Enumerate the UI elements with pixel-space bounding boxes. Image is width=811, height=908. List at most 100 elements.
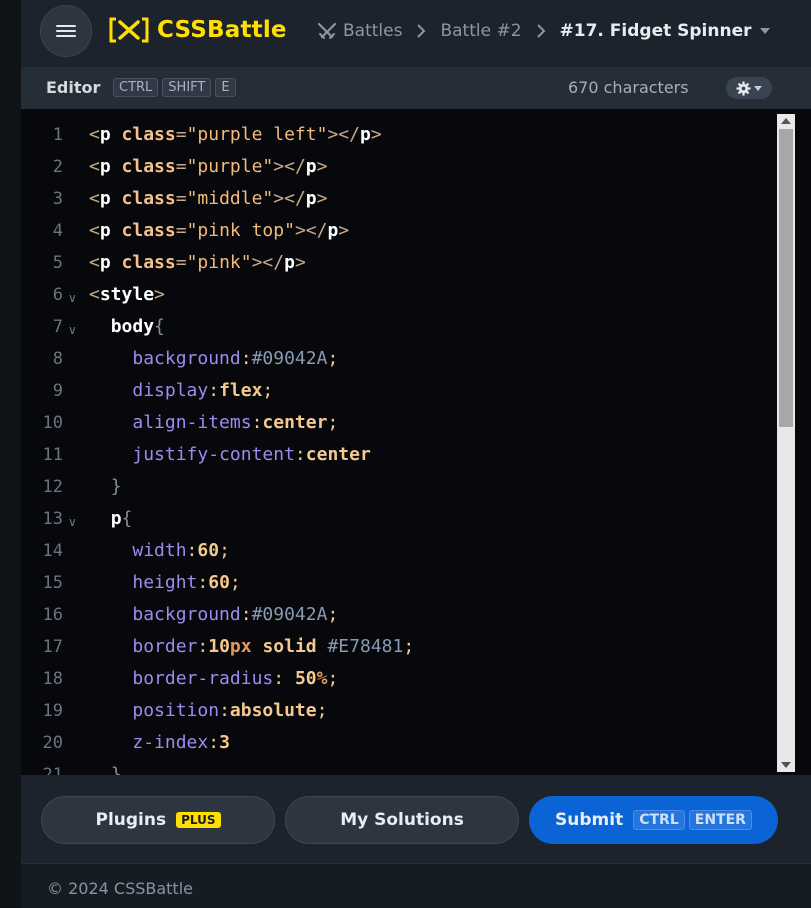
character-count: 670 characters	[568, 78, 689, 97]
line-number: 20	[42, 733, 63, 753]
code-line[interactable]: z-index:3	[89, 727, 230, 759]
breadcrumb-battle-2-label: Battle #2	[440, 21, 522, 41]
code-token: p	[305, 156, 317, 177]
shortcut-key: ENTER	[688, 810, 752, 830]
my-solutions-button[interactable]: My Solutions	[285, 796, 519, 844]
code-token: ></	[327, 124, 360, 145]
line-number: 16	[42, 605, 63, 625]
plus-badge: PLUS	[176, 812, 221, 828]
code-token: :	[197, 636, 209, 657]
code-line[interactable]: width:60;	[89, 535, 230, 567]
code-token: p	[284, 252, 295, 273]
footer: © 2024 CSSBattle	[21, 863, 811, 908]
code-token: p	[359, 124, 371, 145]
code-token: solid	[251, 636, 328, 657]
code-line[interactable]: <style>	[89, 279, 165, 311]
breadcrumb-battle-2[interactable]: Battle #2	[440, 21, 521, 41]
code-line[interactable]: justify-content:center	[89, 439, 370, 471]
code-token: ></	[251, 252, 285, 273]
editor-title: Editor	[46, 78, 101, 97]
code-line[interactable]: <p class="middle"></p>	[89, 183, 327, 215]
scroll-down-arrow-icon[interactable]	[781, 762, 791, 768]
code-token: #09042A	[251, 604, 328, 625]
code-token: display	[132, 380, 209, 401]
code-token: ;	[327, 348, 339, 369]
editor-scrollbar[interactable]	[777, 114, 795, 772]
cssbattle-app: CSSBattle Battles Battle #2 #17. Fidget …	[21, 0, 811, 908]
code-token: border	[132, 636, 198, 657]
code-line[interactable]: }	[89, 471, 122, 503]
code-token: >	[294, 252, 306, 273]
code-line[interactable]: p{	[89, 503, 133, 535]
code-token: 60	[197, 540, 220, 561]
code-token: :	[251, 412, 263, 433]
code-line[interactable]: <p class="pink top"></p>	[89, 215, 349, 247]
code-token: #E78481	[327, 636, 404, 657]
code-line[interactable]: align-items:center;	[89, 407, 338, 439]
code-line[interactable]: background:#09042A;	[89, 343, 338, 375]
code-line[interactable]: position:absolute;	[89, 695, 327, 727]
code-line[interactable]: <p class="purple"></p>	[89, 151, 327, 183]
code-token: ></	[294, 220, 328, 241]
code-token: class	[110, 156, 176, 177]
code-token: p	[99, 188, 111, 209]
line-number: 4	[52, 221, 63, 241]
editor-settings-button[interactable]	[726, 77, 772, 99]
submit-label: Submit	[555, 810, 624, 830]
code-line[interactable]: display:flex;	[89, 375, 273, 407]
code-token: p	[305, 188, 317, 209]
plugins-button[interactable]: Plugins PLUS	[41, 796, 275, 844]
code-line[interactable]: background:#09042A;	[89, 599, 338, 631]
code-token: border-radius	[132, 668, 274, 689]
scrollbar-thumb[interactable]	[779, 129, 793, 427]
code-token: }	[110, 764, 122, 775]
line-number: 1	[52, 125, 63, 145]
code-line[interactable]: <p class="purple left"></p>	[89, 119, 382, 151]
code-token: center	[262, 412, 328, 433]
code-line[interactable]: }	[89, 759, 122, 775]
code-token: >	[316, 156, 328, 177]
submit-button[interactable]: Submit CTRL ENTER	[529, 796, 778, 844]
caret-down-icon	[759, 28, 770, 34]
scroll-up-arrow-icon[interactable]	[781, 118, 791, 124]
code-line[interactable]: body{	[89, 311, 165, 343]
shortcut-key: E	[215, 78, 236, 97]
code-token: :	[197, 572, 209, 593]
code-token: :	[294, 444, 306, 465]
code-token: class	[110, 220, 176, 241]
code-token: "middle"	[186, 188, 274, 209]
fold-chevron-icon[interactable]: ∨	[68, 282, 77, 314]
code-token: =	[175, 124, 187, 145]
line-number: 11	[42, 445, 63, 465]
editor-toolbar: Editor CTRL SHIFT E 670 characters	[21, 67, 811, 109]
breadcrumb-battles[interactable]: Battles	[317, 21, 402, 41]
code-token: position	[132, 700, 220, 721]
code-token: ></	[273, 188, 306, 209]
code-token: <	[89, 252, 100, 273]
code-line[interactable]: border:10px solid #E78481;	[89, 631, 414, 663]
code-token: <	[89, 156, 100, 177]
menu-button[interactable]	[41, 6, 91, 56]
code-token: :	[240, 348, 252, 369]
action-bar: Plugins PLUS My Solutions Submit CTRL EN…	[21, 775, 811, 863]
code-token: <	[89, 284, 100, 305]
code-line[interactable]: border-radius: 50%;	[89, 663, 338, 695]
shortcut-key: SHIFT	[162, 78, 212, 97]
code-token: ;	[327, 604, 339, 625]
current-target-dropdown[interactable]: #17. Fidget Spinner	[560, 21, 770, 41]
line-number: 19	[42, 701, 63, 721]
fold-chevron-icon[interactable]: ∨	[68, 314, 77, 346]
code-editor[interactable]: 1 2 3 4 5 6 ∨ 7 ∨ 8 9 10 11 12 13 ∨ 14 15 16 17 18 19 20 21 <p …	[21, 109, 811, 775]
code-token: {	[121, 508, 133, 529]
code-token: ></	[273, 156, 306, 177]
cssbattle-logo[interactable]: CSSBattle	[109, 14, 287, 46]
line-number: 13	[42, 509, 63, 529]
code-token: "purple left"	[186, 124, 328, 145]
line-number: 18	[42, 669, 63, 689]
code-line[interactable]: height:60;	[89, 567, 240, 599]
fold-chevron-icon[interactable]: ∨	[68, 506, 77, 538]
code-line[interactable]: <p class="pink"></p>	[89, 247, 306, 279]
